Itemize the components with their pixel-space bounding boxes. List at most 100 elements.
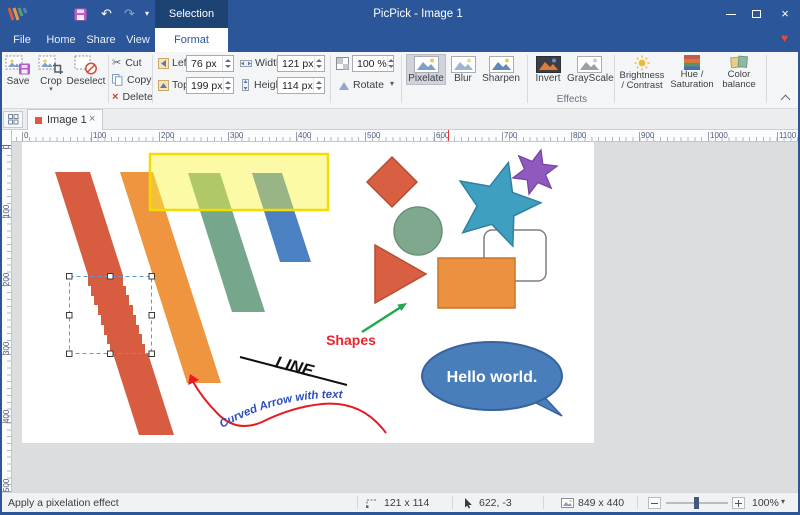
six-point-star-shape bbox=[513, 150, 557, 194]
canvas-image[interactable]: LINE Shapes Curved Arrow with text Hello… bbox=[22, 142, 594, 443]
rotate-icon bbox=[337, 79, 350, 91]
title-bar[interactable]: ↶ ↷ ▾ Selection PicPick - Image 1 × bbox=[0, 0, 800, 28]
ribbon-collapse-chevron-icon[interactable] bbox=[781, 95, 791, 105]
h-ruler-label: 900 bbox=[641, 131, 654, 140]
minus-icon bbox=[651, 503, 658, 504]
heart-icon[interactable]: ♥ bbox=[781, 31, 788, 45]
minimize-button[interactable] bbox=[718, 0, 744, 28]
zoom-dropdown-caret-icon[interactable]: ▾ bbox=[781, 497, 785, 506]
cut-button[interactable]: ✂ Cut bbox=[112, 55, 142, 70]
copy-button[interactable]: Copy bbox=[112, 72, 152, 87]
canvas-area[interactable]: 0 100 200 300 400 500 bbox=[0, 142, 800, 492]
rotate-dropdown-caret-icon[interactable]: ▾ bbox=[390, 79, 394, 88]
group-separator bbox=[401, 55, 402, 103]
ruler-ticks bbox=[12, 137, 800, 141]
h-ruler-label: 400 bbox=[298, 131, 311, 140]
thumbnail-view-button[interactable] bbox=[3, 111, 23, 128]
document-tab-close-icon[interactable]: × bbox=[89, 113, 95, 125]
spinner-arrows[interactable] bbox=[313, 78, 324, 93]
window-border-left bbox=[0, 52, 2, 515]
spinner-arrows[interactable] bbox=[222, 56, 233, 71]
scale-spinner[interactable]: 100 % bbox=[352, 55, 394, 72]
grayscale-button[interactable]: GrayScale bbox=[566, 54, 612, 85]
tab-view[interactable]: View bbox=[122, 28, 154, 52]
width-field-icon bbox=[240, 58, 252, 69]
h-ruler-label: 300 bbox=[230, 131, 243, 140]
maximize-button[interactable] bbox=[744, 0, 770, 28]
delete-icon: × bbox=[112, 91, 118, 103]
tab-format[interactable]: Format bbox=[155, 28, 228, 52]
group-separator bbox=[108, 55, 109, 103]
grayscale-icon bbox=[577, 56, 602, 73]
tab-share[interactable]: Share bbox=[84, 28, 118, 52]
width-spinner[interactable]: 121 px bbox=[277, 55, 325, 72]
group-separator bbox=[152, 55, 153, 103]
cut-icon: ✂ bbox=[112, 56, 121, 69]
h-ruler-label: 500 bbox=[367, 131, 380, 140]
qat-customize-caret-icon[interactable]: ▾ bbox=[145, 0, 149, 28]
status-bar: Apply a pixelation effect 121 x 114 622,… bbox=[0, 492, 800, 512]
save-button[interactable]: Save bbox=[2, 54, 34, 99]
zoom-out-button[interactable] bbox=[648, 497, 661, 509]
blur-icon bbox=[451, 56, 476, 73]
grid-icon bbox=[8, 114, 19, 125]
top-spinner[interactable]: 199 px bbox=[186, 77, 234, 94]
group-separator bbox=[330, 55, 331, 103]
v-ruler-label: 300 bbox=[2, 342, 11, 355]
deselect-icon bbox=[73, 55, 99, 75]
height-spinner[interactable]: 114 px bbox=[277, 77, 325, 94]
circle-shape bbox=[394, 207, 442, 255]
spinner-arrows[interactable] bbox=[314, 56, 324, 71]
invert-icon bbox=[536, 56, 561, 73]
blur-button[interactable]: Blur bbox=[448, 54, 478, 85]
close-button[interactable]: × bbox=[770, 0, 800, 28]
brightness-contrast-button[interactable]: Brightness / Contrast bbox=[618, 54, 666, 99]
left-field-icon bbox=[158, 58, 169, 69]
maximize-icon bbox=[752, 10, 761, 18]
image-document[interactable]: LINE Shapes Curved Arrow with text Hello… bbox=[22, 142, 594, 443]
group-separator bbox=[614, 55, 615, 103]
deselect-button[interactable]: Deselect bbox=[66, 54, 106, 99]
save-icon bbox=[5, 55, 31, 75]
h-ruler-label: 1000 bbox=[710, 131, 728, 140]
ruler-ticks bbox=[7, 142, 11, 492]
sharpen-button[interactable]: Sharpen bbox=[480, 54, 522, 85]
pixelate-button[interactable]: Pixelate bbox=[406, 54, 446, 85]
redo-icon[interactable]: ↷ bbox=[124, 0, 135, 28]
picpick-logo-icon bbox=[6, 7, 28, 21]
h-ruler-label: 0 bbox=[24, 131, 28, 140]
v-ruler-label: 200 bbox=[2, 273, 11, 286]
zoom-slider-thumb[interactable] bbox=[694, 497, 699, 509]
hue-saturation-button[interactable]: Hue / Saturation bbox=[668, 54, 716, 99]
selection-size-icon bbox=[366, 499, 378, 508]
left-spinner[interactable]: 76 px bbox=[186, 55, 234, 72]
line-text: LINE bbox=[273, 353, 316, 381]
zoom-in-button[interactable] bbox=[732, 497, 745, 509]
spinner-arrows[interactable] bbox=[223, 78, 233, 93]
status-zoom-value: 100% bbox=[752, 497, 779, 509]
document-tab-label: Image 1 bbox=[47, 114, 87, 126]
quick-save-icon[interactable] bbox=[74, 8, 87, 21]
spinner-arrows[interactable] bbox=[387, 56, 394, 71]
h-ruler-label: 800 bbox=[573, 131, 586, 140]
rotate-label: Rotate bbox=[353, 79, 384, 91]
crop-button[interactable]: Crop ▾ bbox=[36, 54, 66, 99]
color-balance-button[interactable]: Color balance bbox=[718, 54, 760, 99]
status-selection-size: 121 x 114 bbox=[384, 497, 429, 509]
h-ruler-label: 1100 bbox=[779, 131, 796, 140]
invert-button[interactable]: Invert bbox=[532, 54, 564, 85]
tab-home[interactable]: Home bbox=[44, 28, 78, 52]
pixelate-icon bbox=[414, 56, 439, 73]
delete-button[interactable]: × Delete bbox=[112, 89, 153, 104]
ribbon: Save Crop ▾ Deselect ✂ Cut bbox=[0, 52, 800, 109]
group-separator bbox=[766, 55, 767, 103]
brightness-icon bbox=[634, 55, 650, 71]
undo-icon[interactable]: ↶ bbox=[101, 0, 112, 28]
yellow-rectangle bbox=[150, 154, 328, 210]
crop-dropdown-caret-icon[interactable]: ▾ bbox=[36, 87, 66, 92]
tab-file[interactable]: File bbox=[8, 28, 36, 52]
cursor-marker-h bbox=[448, 130, 449, 141]
plus-icon bbox=[735, 503, 742, 504]
shapes-text: Shapes bbox=[326, 332, 376, 348]
document-tab-image1[interactable]: Image 1 × bbox=[27, 109, 103, 130]
